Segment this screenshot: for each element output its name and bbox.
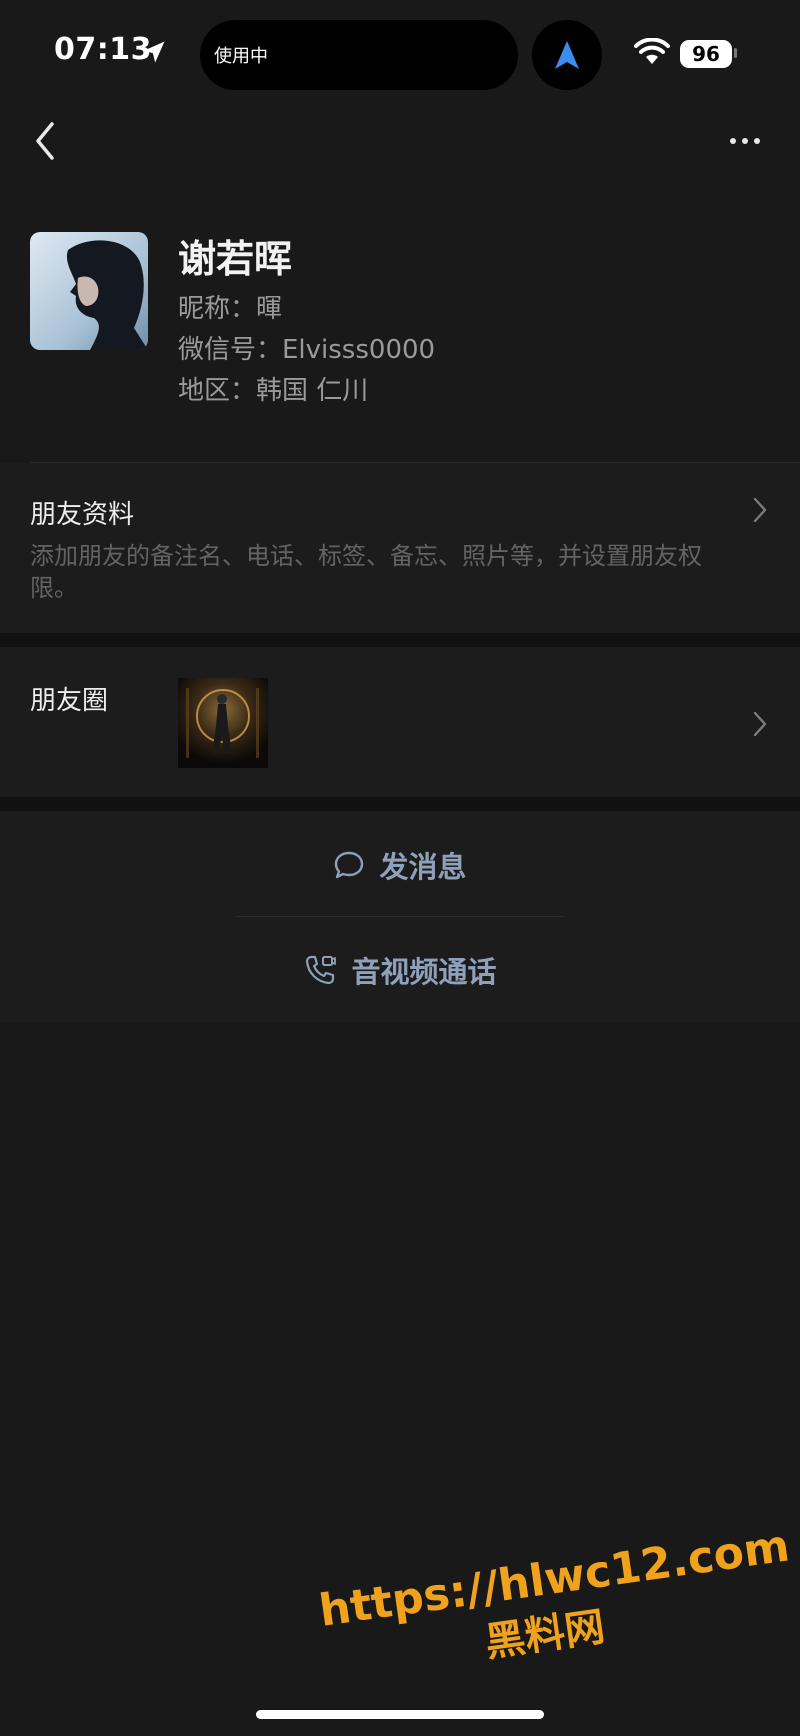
watermark: https://hlwc12.com 黑料网 <box>316 1520 793 1736</box>
battery-indicator: 96 <box>680 40 732 68</box>
chevron-left-icon <box>36 122 54 160</box>
nickname: 昵称：暉 <box>178 294 283 324</box>
send-message-button[interactable]: 发消息 <box>0 815 800 915</box>
dynamic-island[interactable]: 使用中 <box>200 20 518 90</box>
navigation-arrow-icon <box>555 41 579 69</box>
more-icon-dot <box>754 138 760 144</box>
section-gap <box>0 633 800 647</box>
wechat-id[interactable]: 微信号：Elvisss0000 <box>178 329 435 366</box>
avatar[interactable] <box>30 232 148 350</box>
wifi-icon <box>634 38 670 64</box>
chevron-right-icon <box>753 497 767 523</box>
moments-thumbnail-image <box>178 678 268 768</box>
more-button[interactable] <box>722 126 768 156</box>
avatar-image <box>30 232 148 350</box>
back-button[interactable] <box>26 118 66 164</box>
region: 地区：韩国 仁川 <box>178 376 369 406</box>
av-call-label: 音视频通话 <box>351 955 497 989</box>
section-gap <box>0 797 800 811</box>
location-arrow-icon <box>143 41 165 63</box>
divider <box>236 916 564 917</box>
av-call-button[interactable]: 音视频通话 <box>0 920 800 1020</box>
moments-title: 朋友圈 <box>30 686 109 716</box>
island-status-text: 使用中 <box>214 46 268 67</box>
friend-info-description: 添加朋友的备注名、电话、标签、备忘、照片等，并设置朋友权限。 <box>30 542 702 602</box>
status-bar: 07:13 使用中 96 <box>0 0 800 100</box>
friend-info-title: 朋友资料 <box>30 500 135 530</box>
moments-row[interactable] <box>0 647 800 797</box>
send-message-label: 发消息 <box>379 850 467 884</box>
chevron-right-icon <box>753 711 767 737</box>
moments-thumbnail[interactable] <box>178 678 268 768</box>
battery-cap <box>734 48 737 58</box>
chat-bubble-icon <box>335 851 364 879</box>
contact-name: 谢若晖 <box>178 237 293 281</box>
more-icon <box>730 138 736 144</box>
more-icon-dot <box>742 138 748 144</box>
home-indicator[interactable] <box>256 1710 544 1719</box>
video-call-icon <box>306 955 337 985</box>
navigation-indicator[interactable] <box>532 20 602 90</box>
contact-profile-screen: 07:13 使用中 96 谢若晖 昵称：暉 微信号：Elvisss0000 地区… <box>0 0 800 1736</box>
status-time: 07:13 <box>54 32 152 67</box>
